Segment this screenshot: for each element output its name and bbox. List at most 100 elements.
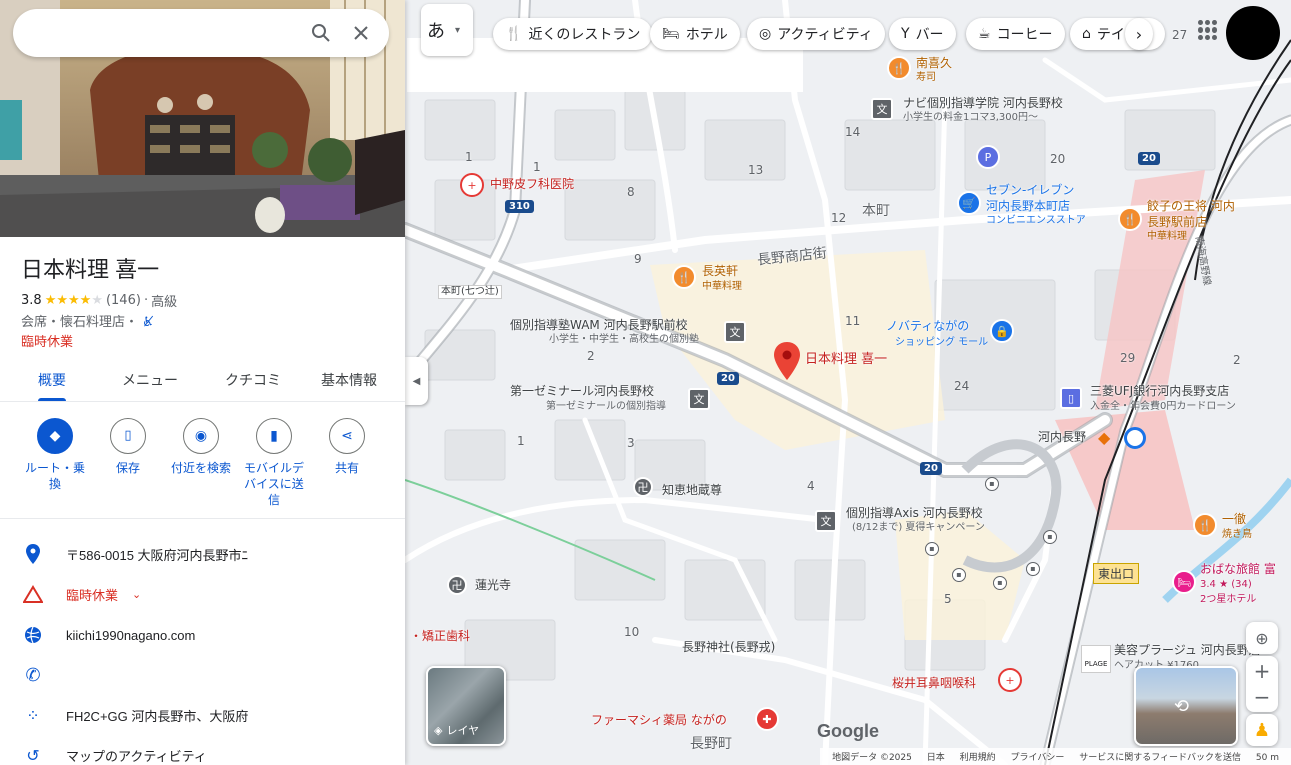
poi-wam[interactable]: 個別指導塾WAM 河内長野駅前校: [510, 318, 688, 332]
bus-stop-icon[interactable]: ▪: [925, 542, 939, 556]
plus-code-row[interactable]: ⁘ FH2C+GG 河内長野市、大阪府: [0, 695, 405, 735]
privacy-link[interactable]: プライバシー: [1011, 753, 1065, 763]
poi-mufg[interactable]: 三菱UFJ銀行河内長野支店: [1090, 384, 1229, 398]
bus-stop-icon[interactable]: ▪: [985, 477, 999, 491]
scale-label[interactable]: 50 m: [1256, 753, 1279, 763]
clear-search-button[interactable]: [341, 13, 381, 53]
temple-icon[interactable]: 卍: [633, 477, 653, 497]
feedback-link[interactable]: サービスに関するフィードバックを送信: [1079, 753, 1241, 763]
street-view-thumbnail[interactable]: ⟲: [1134, 666, 1238, 746]
search-button[interactable]: [301, 13, 341, 53]
review-count[interactable]: (146): [106, 293, 141, 308]
collapse-panel-button[interactable]: ◀: [405, 357, 428, 405]
selected-place-label[interactable]: 日本料理 喜一: [805, 353, 887, 367]
poi-novati[interactable]: ノバティながの: [886, 319, 969, 333]
place-category[interactable]: 会席・懐石料理店・: [21, 315, 138, 330]
chip-coffee[interactable]: ☕ コーヒー: [966, 18, 1065, 50]
hours-row[interactable]: 臨時休業 ⌄: [0, 574, 405, 614]
layers-button[interactable]: ◈ レイヤ: [426, 666, 506, 746]
avatar[interactable]: [1226, 6, 1280, 60]
bus-stop-icon[interactable]: ▪: [1043, 530, 1057, 544]
nearby-button[interactable]: ◉ 付近を検索: [166, 418, 236, 476]
poi-axis[interactable]: 個別指導Axis 河内長野校: [846, 506, 983, 520]
poi-pharmacy[interactable]: ファーマシィ薬局 ながの: [591, 713, 727, 727]
tab-reviews[interactable]: クチコミ: [225, 370, 281, 390]
poi-daiichi[interactable]: 第一ゼミナール河内長野校: [510, 384, 654, 398]
website-row[interactable]: kiichi1990nagano.com: [0, 615, 405, 655]
poi-chiejizo[interactable]: 知恵地蔵尊: [662, 483, 722, 497]
school-icon[interactable]: 文: [724, 321, 746, 343]
address-text: 〒586-0015 大阪府河内長野市ﾆ: [66, 547, 249, 563]
shopping-icon[interactable]: 🔒: [990, 319, 1014, 343]
crosshair-icon: ⊕: [1255, 628, 1269, 648]
website-link[interactable]: kiichi1990nagano.com: [66, 628, 195, 643]
my-location-button[interactable]: ⊕: [1246, 622, 1278, 654]
poi-biyou[interactable]: 美容プラージュ 河内長野店: [1114, 643, 1261, 657]
hotel-icon[interactable]: 🛏: [1172, 570, 1196, 594]
send-to-phone-button[interactable]: ▮ モバイルデバイスに送信: [239, 418, 309, 508]
school-icon[interactable]: 文: [688, 388, 710, 410]
plage-logo-icon: PLAGE: [1081, 645, 1111, 673]
bus-stop-icon[interactable]: ▪: [1026, 562, 1040, 576]
poi-nakano[interactable]: 中野皮フ科医院: [490, 177, 574, 191]
poi-sakurai[interactable]: 桜井耳鼻咽喉科: [892, 676, 976, 690]
street-view-pegman[interactable]: ♟: [1246, 714, 1278, 746]
poi-obana[interactable]: おばな旅館 富: [1200, 562, 1276, 576]
bus-stop-icon[interactable]: ▪: [952, 568, 966, 582]
convenience-store-icon[interactable]: 🛒: [957, 191, 981, 215]
poi-seven[interactable]: セブン-イレブン: [986, 183, 1074, 197]
ime-button[interactable]: あ ▾: [421, 4, 473, 56]
attribution-country[interactable]: 日本: [927, 753, 945, 763]
selected-place-pin[interactable]: [774, 342, 800, 380]
chips-next-button[interactable]: ›: [1125, 18, 1153, 50]
address-row[interactable]: 〒586-0015 大阪府河内長野市ﾆ: [0, 534, 405, 574]
terms-link[interactable]: 利用規約: [960, 753, 996, 763]
temple-icon[interactable]: 卍: [447, 575, 467, 595]
parking-icon[interactable]: P: [976, 145, 1000, 169]
chip-restaurants[interactable]: 🍴 近くのレストラン: [493, 18, 653, 50]
clinic-icon[interactable]: +: [998, 668, 1022, 692]
tab-about[interactable]: 基本情報: [321, 370, 377, 390]
map-canvas[interactable]: 310 20 20 20 20 27 14 13 1 1 8 12 20 9 1…: [405, 0, 1291, 765]
school-icon[interactable]: 文: [815, 510, 837, 532]
clinic-icon[interactable]: +: [460, 173, 484, 197]
search-box[interactable]: [13, 9, 389, 57]
station-kawachinagano[interactable]: 河内長野: [1038, 430, 1086, 444]
restaurant-icon[interactable]: 🍴: [1118, 207, 1142, 231]
tab-overview[interactable]: 概要: [38, 370, 66, 390]
history-icon: ↺: [26, 745, 40, 765]
poi-choeiken[interactable]: 長英軒: [702, 264, 738, 278]
poi-minamikikyu[interactable]: 南喜久: [916, 56, 952, 70]
camera-icon: ◎: [759, 26, 772, 42]
restaurant-icon[interactable]: 🍴: [887, 56, 911, 80]
chip-hotels[interactable]: 🛏 ホテル: [650, 18, 740, 50]
school-icon[interactable]: 文: [871, 98, 893, 120]
restaurant-icon[interactable]: 🍴: [1193, 513, 1217, 537]
share-button[interactable]: ⋖ 共有: [312, 418, 382, 476]
bank-icon[interactable]: ▯: [1060, 387, 1082, 409]
poi-ittetsu-sub: 焼き鳥: [1222, 529, 1252, 540]
poi-gyoza-sub: 中華料理: [1147, 231, 1187, 242]
chevron-down-icon[interactable]: ⌄: [132, 588, 141, 601]
activity-row[interactable]: ↺ マップのアクティビティ: [0, 735, 405, 765]
poi-ittetsu[interactable]: 一徹: [1222, 512, 1246, 526]
restaurant-icon[interactable]: 🍴: [672, 265, 696, 289]
tab-menu[interactable]: メニュー: [122, 370, 178, 390]
poi-gyoza[interactable]: 餃子の王将 河内: [1147, 199, 1235, 213]
apps-grid-icon[interactable]: [1198, 20, 1218, 40]
poi-navi[interactable]: ナビ個別指導学院 河内長野校: [903, 96, 1063, 110]
pharmacy-icon[interactable]: ✚: [755, 707, 779, 731]
poi-nagano-jinja[interactable]: 長野神社(長野戎): [682, 640, 775, 654]
chip-bars[interactable]: Y バー: [889, 18, 956, 50]
chip-activities[interactable]: ◎ アクティビティ: [747, 18, 885, 50]
phone-row[interactable]: ✆: [0, 655, 405, 695]
poi-renkoji[interactable]: 蓮光寺: [475, 578, 511, 592]
search-input[interactable]: [31, 23, 301, 43]
directions-button[interactable]: ◆ ルート・乗換: [20, 418, 90, 492]
block-number: 10: [624, 625, 640, 639]
bus-stop-icon[interactable]: ▪: [993, 576, 1007, 590]
zoom-out-icon[interactable]: −: [1254, 684, 1271, 710]
save-button[interactable]: ▯ 保存: [93, 418, 163, 476]
zoom-in-icon[interactable]: +: [1254, 658, 1271, 684]
poi-dental[interactable]: ・矯正歯科: [410, 629, 470, 643]
